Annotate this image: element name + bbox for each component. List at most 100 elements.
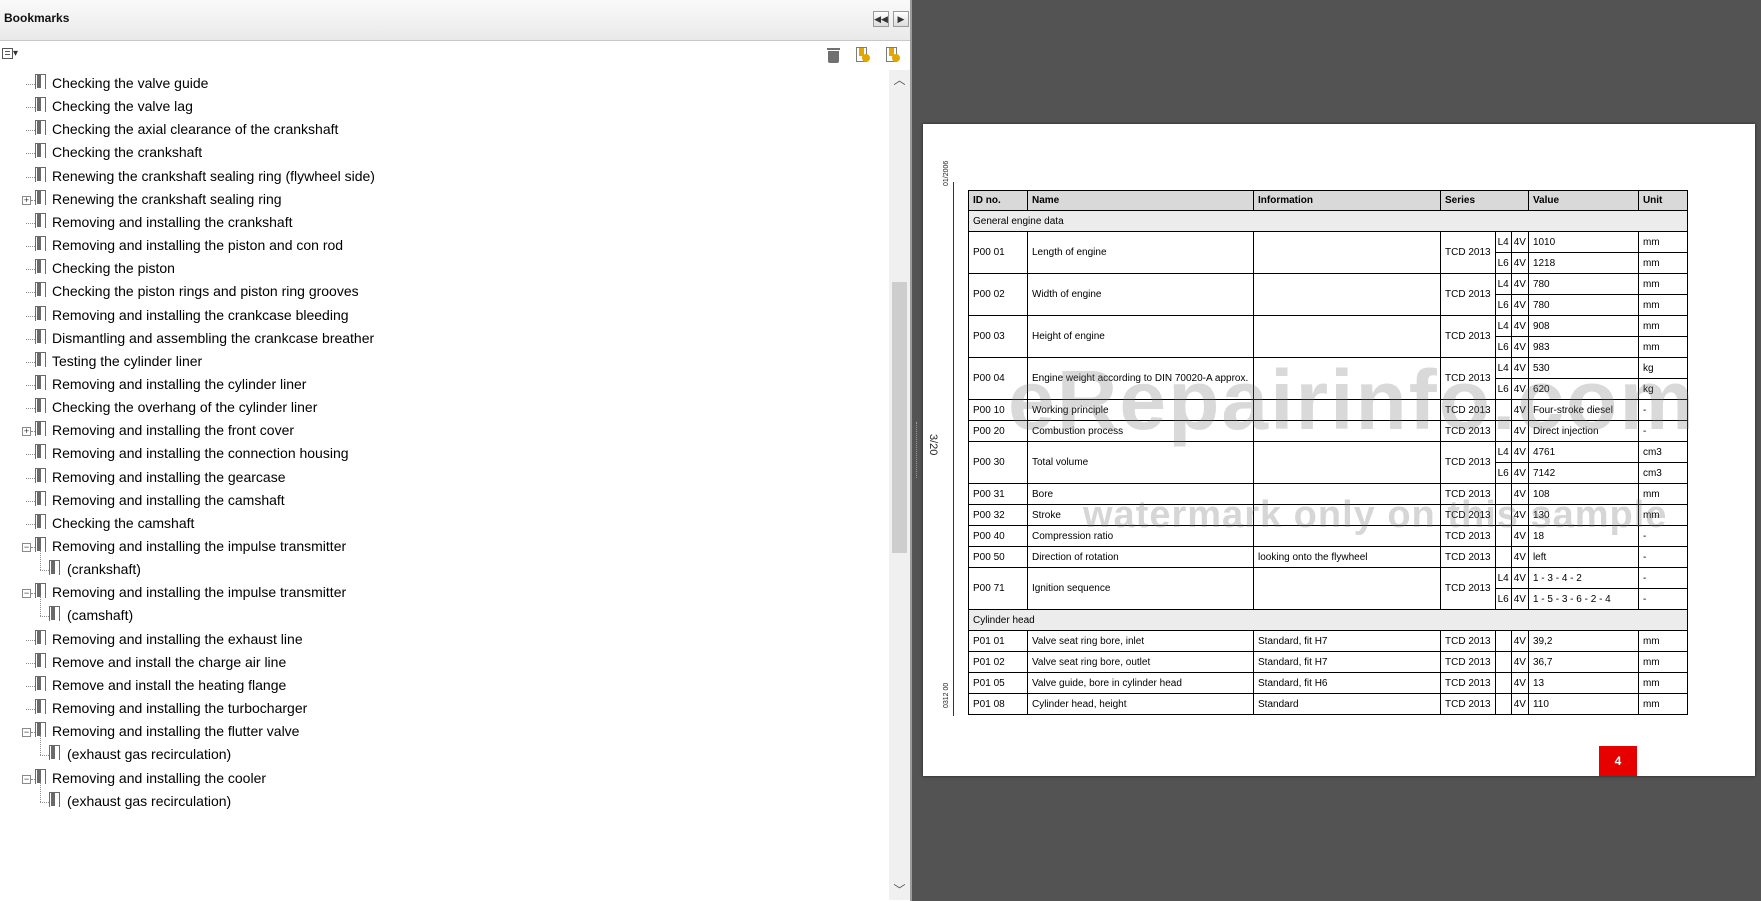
- tree-connector: [26, 663, 35, 665]
- cylinder-cell: [1494, 672, 1512, 694]
- series-cell: TCD 2013: [1440, 546, 1496, 568]
- value-cell: 908: [1527, 315, 1639, 337]
- watermark-main: eRepairinfo.com: [1008, 353, 1697, 447]
- scroll-thumb[interactable]: [892, 282, 907, 553]
- tree-connector: [26, 316, 35, 318]
- unit-cell: mm: [1637, 294, 1688, 316]
- bookmark-item[interactable]: Checking the crankshaft: [0, 141, 880, 167]
- bookmark-label: Checking the valve lag: [52, 98, 193, 114]
- value-cell: 1010: [1527, 231, 1639, 253]
- collapse-toggle-icon[interactable]: −: [22, 775, 31, 784]
- unit-cell: mm: [1637, 315, 1688, 337]
- value-cell: 780: [1527, 294, 1639, 316]
- bookmark-label: Checking the camshaft: [52, 515, 195, 531]
- scroll-down-icon[interactable]: ﹀: [889, 880, 910, 900]
- series-cell: TCD 2013: [1440, 672, 1496, 694]
- unit-cell: mm: [1637, 693, 1688, 715]
- unit-cell: cm3: [1637, 462, 1688, 484]
- info-cell: [1253, 273, 1441, 316]
- valves-cell: 4V: [1510, 546, 1529, 568]
- cylinder-cell: [1494, 693, 1512, 715]
- bookmark-label: Renewing the crankshaft sealing ring (fl…: [52, 168, 375, 184]
- unit-cell: mm: [1637, 672, 1688, 694]
- bookmark-icon: [35, 676, 47, 694]
- bookmark-icon: [35, 74, 47, 92]
- table-row: P00 50 Direction of rotation looking onto …: [968, 546, 1688, 568]
- name-cell: Cylinder head, height: [1027, 693, 1254, 715]
- bookmark-label: Checking the axial clearance of the cran…: [52, 121, 339, 137]
- valves-cell: 4V: [1510, 294, 1529, 316]
- series-cell: TCD 2013: [1440, 651, 1496, 673]
- document-page: 01/2006 3/20 0312 00 ID no. Name Informati…: [923, 124, 1755, 776]
- valves-cell: 4V: [1510, 651, 1529, 673]
- double-chevron-left-icon[interactable]: ◀◀: [873, 11, 889, 27]
- panel-header: Bookmarks ◀◀ ▶: [0, 0, 910, 41]
- bookmark-item[interactable]: (camshaft): [0, 596, 880, 630]
- new-bookmark-icon[interactable]: [853, 46, 871, 64]
- unit-cell: mm: [1637, 630, 1688, 652]
- expand-toggle-icon[interactable]: +: [22, 196, 31, 205]
- splitter-grip[interactable]: [916, 422, 919, 478]
- column-header: Value: [1527, 190, 1639, 211]
- unit-cell: mm: [1637, 651, 1688, 673]
- tree-connector: [40, 570, 49, 572]
- bookmark-icon: [35, 352, 47, 370]
- trash-icon[interactable]: [825, 46, 843, 64]
- cylinder-cell: L6: [1494, 588, 1512, 610]
- panel-splitter[interactable]: [913, 0, 922, 901]
- cylinder-cell: [1494, 546, 1512, 568]
- bookmark-label: Removing and installing the front cover: [52, 422, 295, 438]
- cylinder-cell: L4: [1494, 273, 1512, 295]
- bookmark-item[interactable]: (exhaust gas recirculation): [0, 735, 880, 769]
- bookmark-item[interactable]: Checking the piston rings and piston rin…: [0, 280, 880, 306]
- id-cell: P00 02: [968, 273, 1028, 316]
- vertical-scrollbar[interactable]: ︿ ﹀: [889, 70, 910, 900]
- side-page-number: 3/20: [927, 434, 939, 456]
- id-cell: P01 08: [968, 693, 1028, 715]
- bookmarks-toolbar: ▾: [0, 41, 910, 69]
- bookmark-item[interactable]: (exhaust gas recirculation): [0, 782, 880, 816]
- unit-cell: -: [1637, 546, 1688, 568]
- options-menu-icon[interactable]: ▾: [2, 47, 24, 61]
- value-cell: 780: [1527, 273, 1639, 295]
- tree-connector: [40, 596, 42, 616]
- value-cell: 1 - 3 - 4 - 2: [1527, 567, 1639, 589]
- tree-connector: [26, 385, 35, 387]
- unit-cell: mm: [1637, 252, 1688, 274]
- column-header: Information: [1253, 190, 1441, 211]
- bookmark-label: Removing and installing the crankcase bl…: [52, 307, 349, 323]
- column-header: Name: [1027, 190, 1254, 211]
- tree-connector: [26, 339, 35, 341]
- bookmark-properties-icon[interactable]: [883, 46, 901, 64]
- scroll-up-icon[interactable]: ︿: [889, 70, 910, 90]
- value-cell: 1218: [1527, 252, 1639, 274]
- bookmark-icon: [35, 282, 47, 300]
- tree-connector: [26, 269, 35, 271]
- bookmark-label: Removing and installing the gearcase: [52, 469, 286, 485]
- value-cell: 110: [1527, 693, 1639, 715]
- collapse-toggle-icon[interactable]: −: [22, 543, 31, 552]
- bookmark-label: Testing the cylinder liner: [52, 353, 203, 369]
- bookmark-icon: [35, 306, 47, 324]
- bookmark-label: (camshaft): [67, 607, 134, 623]
- tree-connector: [26, 640, 35, 642]
- bookmark-label: Removing and installing the flutter valv…: [52, 723, 300, 739]
- chevron-right-icon[interactable]: ▶: [893, 11, 909, 27]
- bookmark-icon: [49, 745, 61, 763]
- valves-cell: 4V: [1510, 231, 1529, 253]
- collapse-toggle-icon[interactable]: −: [22, 589, 31, 598]
- id-cell: P00 40: [968, 525, 1028, 547]
- bookmark-item[interactable]: Removing and installing the connection h…: [0, 442, 880, 468]
- collapse-toggle-icon[interactable]: −: [22, 728, 31, 737]
- name-cell: Ignition sequence: [1027, 567, 1254, 610]
- bookmark-label: Removing and installing the crankshaft: [52, 214, 293, 230]
- tree-connector: [40, 782, 42, 802]
- bookmark-icon: [35, 97, 47, 115]
- bookmark-icon: [35, 259, 47, 277]
- side-rule: [953, 182, 954, 716]
- info-cell: Standard, fit H7: [1253, 651, 1441, 673]
- info-cell: [1253, 567, 1441, 610]
- name-cell: Valve seat ring bore, outlet: [1027, 651, 1254, 673]
- expand-toggle-icon[interactable]: +: [22, 427, 31, 436]
- tree-connector: [26, 292, 35, 294]
